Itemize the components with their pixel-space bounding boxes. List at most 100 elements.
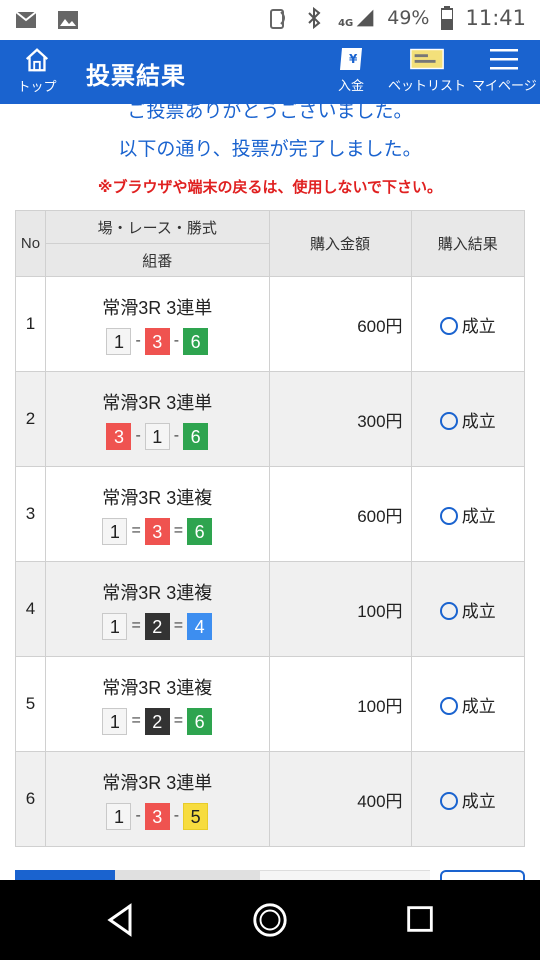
combo-number: 6 — [183, 327, 209, 355]
row-no: 4 — [15, 561, 46, 657]
mypage-button[interactable]: マイページ — [472, 46, 537, 94]
combo-number: 6 — [183, 422, 209, 450]
tab-1[interactable] — [15, 870, 115, 880]
combo-number: 3 — [144, 802, 170, 830]
amount-cell: 100円 — [268, 561, 412, 657]
app-header: トップ 投票結果 ¥ 入金 ベットリスト マイページ — [0, 40, 540, 104]
combo-separator: - — [135, 427, 141, 444]
main-content: ご投票ありがとうございました。 以下の通り、投票が完了しました。 ※ブラウザや端… — [0, 104, 540, 880]
result-cell: 成立 — [410, 466, 526, 562]
combo-separator: = — [173, 712, 184, 729]
amount-cell: 100円 — [268, 656, 412, 752]
thanks-message: ご投票ありがとうございました。 — [127, 104, 413, 122]
table-row: 3 常滑3R 3連複 1 = 3 = 6 600円 成立 — [15, 466, 526, 562]
circle-icon — [439, 791, 458, 810]
row-no: 2 — [15, 371, 46, 467]
deposit-label: 入金 — [337, 79, 364, 94]
combination: 1 = 3 = 6 — [102, 517, 213, 545]
header-combination: 組番 — [45, 243, 270, 277]
menu-icon — [490, 49, 519, 70]
svg-text:¥: ¥ — [349, 52, 358, 66]
race-name: 常滑3R 3連単 — [102, 772, 213, 793]
combo-number: 5 — [183, 802, 209, 830]
race-name: 常滑3R 3連単 — [102, 297, 213, 318]
combo-number: 2 — [144, 612, 170, 640]
side-button[interactable] — [440, 870, 525, 880]
combo-number: 6 — [187, 707, 213, 735]
combination: 1-3-5 — [106, 802, 209, 830]
home-button[interactable]: トップ — [12, 46, 62, 100]
deposit-icon: ¥ — [340, 48, 362, 70]
race-name: 常滑3R 3連複 — [102, 487, 213, 508]
combo-number: 1 — [106, 327, 132, 355]
result-cell: 成立 — [410, 561, 526, 657]
result-text: 成立 — [461, 696, 496, 716]
header-result: 購入結果 — [410, 210, 526, 277]
result-cell: 成立 — [410, 276, 526, 372]
race-name: 常滑3R 3連単 — [102, 392, 213, 413]
result-text: 成立 — [461, 791, 496, 811]
combo-number: 4 — [187, 612, 213, 640]
amount-cell: 600円 — [268, 276, 412, 372]
amount-cell: 300円 — [268, 371, 412, 467]
race-name: 常滑3R 3連複 — [102, 677, 213, 698]
combo-number: 1 — [144, 422, 170, 450]
back-icon[interactable] — [102, 902, 138, 938]
recents-icon[interactable] — [403, 902, 437, 936]
race-cell: 常滑3R 3連単 1-3-5 — [45, 751, 270, 847]
race-cell: 常滑3R 3連複 1 = 2 = 6 — [45, 656, 270, 752]
result-cell: 成立 — [410, 656, 526, 752]
combo-separator: = — [131, 617, 141, 634]
clock: 11:41 — [465, 6, 526, 30]
table-row: 4 常滑3R 3連複 1 = 2 = 4 100円 成立 — [15, 561, 526, 657]
circle-icon — [439, 316, 458, 335]
header-no: No — [15, 210, 46, 277]
header-race: 場・レース・勝式 — [45, 210, 270, 244]
network-label: 4G — [338, 18, 354, 29]
signal-4g: 4G — [338, 7, 375, 29]
race-cell: 常滑3R 3連複 1 = 3 = 6 — [45, 466, 270, 562]
gallery-icon — [58, 11, 78, 29]
table-row: 5 常滑3R 3連複 1 = 2 = 6 100円 成立 — [15, 656, 526, 752]
battery-percent: 49% — [387, 7, 430, 29]
race-cell: 常滑3R 3連単 3-1-6 — [45, 371, 270, 467]
tab-3[interactable] — [260, 870, 430, 880]
result-text: 成立 — [461, 506, 496, 526]
circle-icon — [439, 601, 458, 620]
combo-separator: - — [173, 427, 180, 444]
amount-cell: 600円 — [268, 466, 412, 562]
complete-message: 以下の通り、投票が完了しました。 — [118, 138, 422, 160]
bluetooth-icon — [308, 6, 321, 30]
system-navbar — [0, 880, 540, 960]
ticket-icon — [410, 48, 444, 70]
result-cell: 成立 — [410, 371, 526, 467]
combo-number: 1 — [106, 802, 132, 830]
combo-number: 3 — [106, 422, 132, 450]
result-table: No 場・レース・勝式 購入金額 購入結果 組番 1 常滑3R 3連単 1-3-6 6… — [15, 210, 526, 847]
combo-number: 3 — [144, 517, 170, 545]
table-row: 6 常滑3R 3連単 1-3-5 400円 成立 — [15, 751, 526, 847]
result-cell: 成立 — [410, 751, 526, 847]
tab-2[interactable] — [115, 870, 260, 880]
home-label: トップ — [17, 80, 57, 95]
amount-cell: 400円 — [268, 751, 412, 847]
race-cell: 常滑3R 3連複 1 = 2 = 4 — [45, 561, 270, 657]
status-bar: 4G 49% 11:41 — [0, 0, 540, 40]
deposit-button[interactable]: ¥ 入金 — [336, 46, 366, 94]
result-text: 成立 — [461, 316, 496, 336]
combo-separator: - — [135, 332, 141, 349]
battery-icon — [441, 6, 454, 30]
result-text: 成立 — [461, 411, 496, 431]
combo-number: 2 — [144, 707, 170, 735]
combo-separator: = — [173, 522, 184, 539]
circle-icon — [439, 506, 458, 525]
table-row: 2 常滑3R 3連単 3-1-6 300円 成立 — [15, 371, 526, 467]
betlist-button[interactable]: ベットリスト — [388, 46, 466, 94]
betlist-label: ベットリスト — [388, 79, 467, 94]
page-title: 投票結果 — [86, 62, 186, 90]
home-nav-icon[interactable] — [251, 901, 289, 939]
combo-number: 1 — [102, 612, 128, 640]
result-text: 成立 — [461, 601, 496, 621]
bottom-tabs — [15, 870, 430, 880]
circle-icon — [439, 696, 458, 715]
